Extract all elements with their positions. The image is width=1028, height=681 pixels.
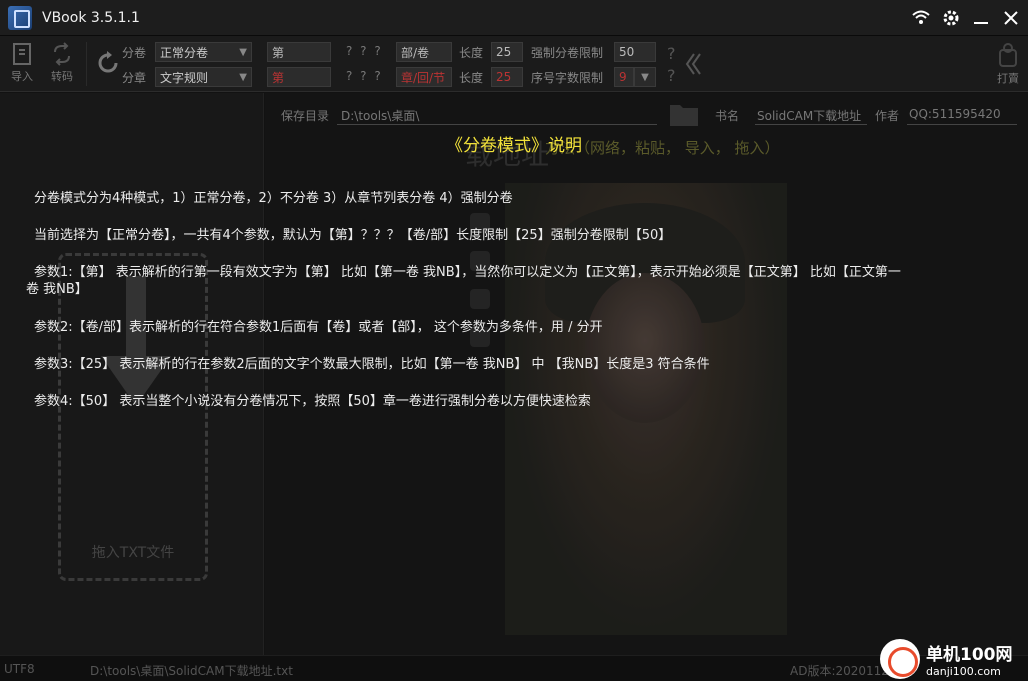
force-volume-input[interactable]: 50 [614,42,656,62]
site-logo-icon [880,638,920,679]
gear-icon[interactable] [940,7,962,29]
import-button[interactable]: 导入 [4,40,40,88]
help-icon[interactable]: ? [667,66,676,85]
seq-limit-input[interactable]: 9 [614,67,634,87]
site-watermark: 单机100网 danji100.com [880,636,1028,681]
encoding-status: UTF8 [4,662,35,676]
volume-length-label: 长度 [459,46,484,60]
volume-mode-select[interactable]: 正常分卷 ▼ [155,42,252,62]
toolbar: 导入 转码 分卷 正常分卷 ▼ 分章 文字规则 ▼ 第 ? ? ? 部/卷 长度 2… [0,36,1028,92]
volume-prefix-input[interactable]: 第 [267,42,331,62]
chapter-suffix-input[interactable]: 章/回/节 [396,67,452,87]
file-path-status: D:\tools\桌面\SolidCAM下载地址.txt [90,664,293,678]
chapter-qmarks: ? ? ? [346,69,383,83]
chapter-length-input[interactable]: 25 [491,67,523,87]
pack-button[interactable]: 打賣 [988,40,1028,88]
chapter-prefix-input[interactable]: 第 [267,67,331,87]
vbook-window: VBook 3.5.1.1 导入 转码 分卷 正常分卷 ▼ 分章 文字规则 ▼ … [0,0,1028,681]
chapter-label: 分章 [122,71,147,85]
chapter-mode-select[interactable]: 文字规则 ▼ [155,67,252,87]
volume-qmarks: ? ? ? [346,44,383,58]
volume-length-input[interactable]: 25 [491,42,523,62]
close-icon[interactable] [1000,7,1022,29]
import-icon [13,43,31,65]
wifi-icon[interactable] [910,7,932,29]
toolbar-divider [86,42,87,86]
site-name: 单机100网 [926,644,1013,665]
convert-icon [54,42,70,66]
collapse-icon[interactable] [684,52,702,76]
window-title: VBook 3.5.1.1 [42,9,140,26]
pack-label: 打賣 [997,72,1019,85]
overlay-line: 参数3:【25】 表示解析的行在参数2后面的文字个数最大限制，比如【第一卷 我N… [34,357,710,372]
status-bar: UTF8 D:\tools\桌面\SolidCAM下载地址.txt AD版本:2… [0,655,1028,681]
minimize-icon[interactable] [970,7,992,29]
version-status: AD版本:2020112 [790,664,889,678]
overlay-line: 参数1:【第】 表示解析的行第一段有效文字为【第】 比如【第一卷 我NB】，当然… [34,265,901,280]
refresh-button[interactable] [90,48,126,96]
overlay-title: 《分卷模式》说明 [446,136,582,156]
help-overlay: 《分卷模式》说明 分卷模式分为4种模式，1）正常分卷，2）不分卷 3）从章节列表… [0,93,1028,655]
chevron-down-icon: ▼ [239,71,247,83]
chevron-down-icon: ▼ [239,46,247,58]
refresh-icon [98,51,118,73]
volume-label: 分卷 [122,46,147,60]
import-label: 导入 [11,70,33,83]
force-volume-label: 强制分卷限制 [531,46,604,60]
chapter-mode-value: 文字规则 [160,70,209,85]
title-bar: VBook 3.5.1.1 [0,0,1028,36]
app-logo-icon [8,5,32,30]
seq-limit-label: 序号字数限制 [531,71,604,85]
help-icon[interactable]: ? [667,44,676,63]
overlay-line: 参数4:【50】 表示当整个小说没有分卷情况下，按照【50】章一卷进行强制分卷以… [34,394,591,409]
window-controls [910,0,1022,36]
chevron-down-icon: ▼ [641,71,649,83]
volume-mode-value: 正常分卷 [160,45,209,60]
overlay-line: 卷 我NB】 [26,282,88,297]
overlay-line: 当前选择为【正常分卷】，一共有4个参数，默认为【第】？？？【卷/部】长度限制【2… [34,228,672,243]
chapter-length-label: 长度 [459,71,484,85]
site-url: danji100.com [926,664,1001,678]
volume-suffix-input[interactable]: 部/卷 [396,42,452,62]
overlay-line: 分卷模式分为4种模式，1）正常分卷，2）不分卷 3）从章节列表分卷 4）强制分卷 [34,191,513,206]
convert-button[interactable]: 转码 [44,40,80,88]
convert-label: 转码 [51,70,73,83]
pack-icon [999,43,1017,67]
overlay-line: 参数2:【卷/部】表示解析的行在符合参数1后面有【卷】或者【部】， 这个参数为多… [34,320,603,335]
seq-limit-dropdown[interactable]: ▼ [634,67,656,87]
